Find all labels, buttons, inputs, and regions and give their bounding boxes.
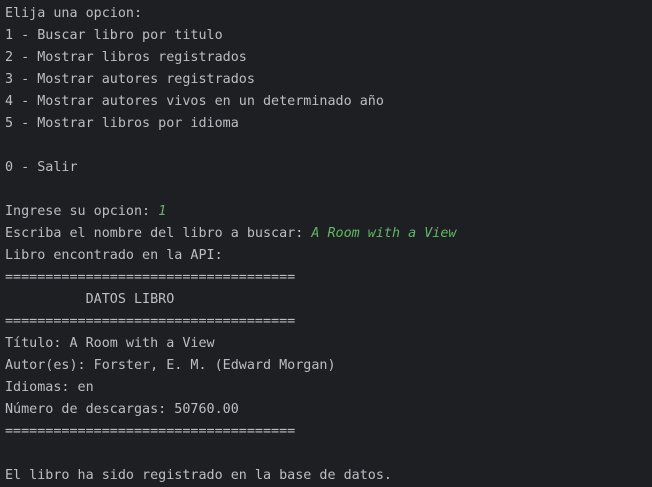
- menu-option-1: 1 - Buscar libro por titulo: [5, 28, 223, 43]
- separator-bottom: ====================================: [5, 424, 296, 439]
- option-input: 1: [158, 204, 167, 219]
- separator-top: ====================================: [5, 270, 296, 285]
- option-input-line: Ingrese su opcion: 1: [5, 201, 652, 223]
- book-author: Autor(es): Forster, E. M. (Edward Morgan…: [5, 358, 336, 373]
- book-downloads: Número de descargas: 50760.00: [5, 402, 239, 417]
- title-input: A Room with a View: [311, 226, 457, 241]
- menu-prompt: Elija una opcion:: [5, 6, 143, 21]
- separator-middle: ====================================: [5, 314, 296, 329]
- found-message: Libro encontrado en la API:: [5, 248, 223, 263]
- title-prompt: Escriba el nombre del libro a buscar:: [5, 226, 312, 241]
- menu-option-5: 5 - Mostrar libros por idioma: [5, 116, 239, 131]
- menu-option-4: 4 - Mostrar autores vivos en un determin…: [5, 94, 384, 109]
- menu-option-2: 2 - Mostrar libros registrados: [5, 50, 247, 65]
- menu-option-exit: 0 - Salir: [5, 160, 78, 175]
- book-data-header: DATOS LIBRO: [5, 292, 175, 307]
- book-title: Título: A Room with a View: [5, 336, 215, 351]
- console-output[interactable]: Elija una opcion: 1 - Buscar libro por t…: [0, 0, 652, 484]
- book-language: Idiomas: en: [5, 380, 94, 395]
- menu-option-3: 3 - Mostrar autores registrados: [5, 72, 255, 87]
- title-input-line: Escriba el nombre del libro a buscar: A …: [5, 223, 652, 245]
- option-prompt: Ingrese su opcion:: [5, 204, 159, 219]
